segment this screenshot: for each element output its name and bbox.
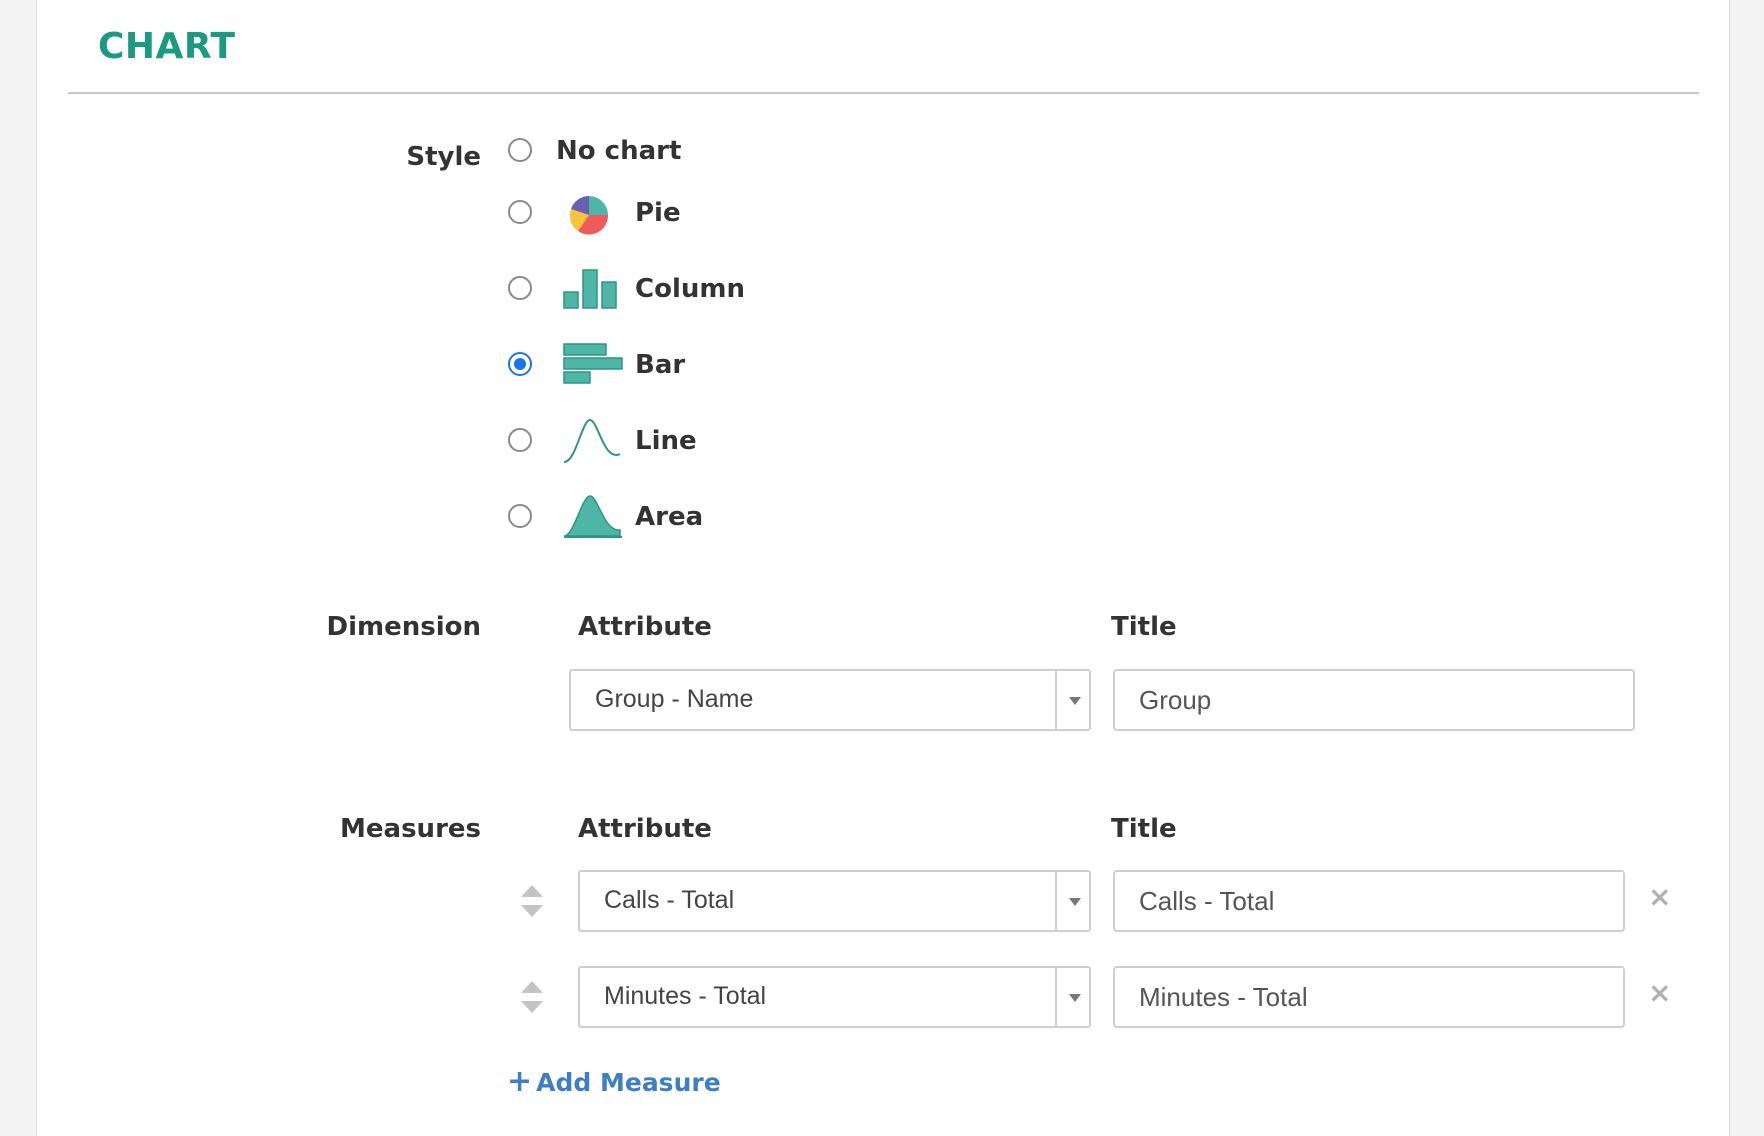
dimension-title-header: Title <box>1111 612 1177 642</box>
radio-area[interactable] <box>508 504 532 528</box>
chart-settings-panel: CHART Style No chart Pie Column Bar Line… <box>36 0 1730 1136</box>
dimension-attribute-header: Attribute <box>578 612 712 642</box>
section-title: CHART <box>98 26 236 67</box>
radio-column[interactable] <box>508 276 532 300</box>
style-option-area[interactable]: Area <box>508 490 1108 546</box>
plus-icon: + <box>507 1064 533 1099</box>
style-radio-group: No chart Pie Column Bar Line Area <box>508 0 1208 560</box>
close-icon[interactable]: × <box>1648 976 1671 1009</box>
chevron-down-icon[interactable] <box>1055 671 1089 729</box>
style-option-label: Column <box>635 274 745 304</box>
line-chart-icon <box>562 416 624 468</box>
radio-bar[interactable] <box>508 352 532 376</box>
pie-chart-icon <box>568 194 610 240</box>
dimension-title-input[interactable] <box>1113 669 1635 731</box>
dimension-attribute-select[interactable]: Group - Name <box>569 669 1091 731</box>
style-option-label: Pie <box>635 198 681 228</box>
drag-handle-icon[interactable] <box>520 884 544 918</box>
measure-title-input[interactable] <box>1113 966 1625 1028</box>
area-chart-icon <box>562 492 624 544</box>
style-option-label: No chart <box>556 136 682 166</box>
style-option-column[interactable]: Column <box>508 262 1108 318</box>
measure-attribute-select[interactable]: Minutes - Total <box>578 966 1091 1028</box>
style-option-pie[interactable]: Pie <box>508 186 1108 242</box>
drag-handle-icon[interactable] <box>520 980 544 1014</box>
measures-label: Measures <box>340 814 481 844</box>
style-option-label: Line <box>635 426 697 456</box>
dimension-attribute-value: Group - Name <box>595 685 754 713</box>
measure-title-input[interactable] <box>1113 870 1625 932</box>
style-option-bar[interactable]: Bar <box>508 338 1108 394</box>
radio-line[interactable] <box>508 428 532 452</box>
radio-pie[interactable] <box>508 200 532 224</box>
radio-no-chart[interactable] <box>508 138 532 162</box>
style-option-label: Area <box>635 502 704 532</box>
measures-attribute-header: Attribute <box>578 814 712 844</box>
chevron-down-icon[interactable] <box>1055 968 1089 1026</box>
style-option-no-chart[interactable]: No chart <box>508 124 1108 180</box>
add-measure-link[interactable]: + Add Measure <box>507 1064 721 1099</box>
measure-attribute-select[interactable]: Calls - Total <box>578 870 1091 932</box>
style-option-label: Bar <box>635 350 686 380</box>
column-chart-icon <box>562 268 620 314</box>
add-measure-label: Add Measure <box>536 1068 721 1097</box>
measure-attribute-value: Calls - Total <box>604 886 735 914</box>
measure-attribute-value: Minutes - Total <box>604 982 767 1010</box>
measures-title-header: Title <box>1111 814 1177 844</box>
close-icon[interactable]: × <box>1648 880 1671 913</box>
chevron-down-icon[interactable] <box>1055 872 1089 930</box>
bar-chart-icon <box>562 342 624 390</box>
style-option-line[interactable]: Line <box>508 414 1108 470</box>
dimension-label: Dimension <box>326 612 482 642</box>
style-label: Style <box>406 142 481 172</box>
